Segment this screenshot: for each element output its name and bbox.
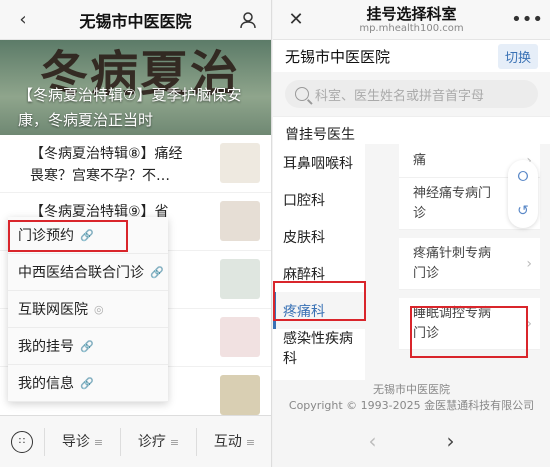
footer-copyright: Copyright © 1993-2025 金医慧通科技有限公司 bbox=[288, 399, 535, 412]
menu-item-label: 我的挂号 bbox=[18, 339, 74, 355]
dept-item[interactable]: 感染性疾病科 bbox=[273, 329, 365, 367]
hospital-bar: 无锡市中医医院 切换 bbox=[273, 40, 550, 72]
menu-item-label: 我的信息 bbox=[18, 376, 74, 392]
department-list: 耳鼻咽喉科 口腔科 皮肤科 麻醉科 疼痛科 感染性疾病科 bbox=[273, 144, 365, 380]
hospital-name: 无锡市中医医院 bbox=[285, 47, 391, 66]
service-popup-menu: 门诊预约 🔗 中西医结合联合门诊 🔗 互联网医院 ◎ 我的挂号 🔗 我的信息 🔗 bbox=[8, 217, 168, 402]
link-icon: 🔗 bbox=[150, 265, 164, 279]
promo-banner[interactable]: 冬病夏治 【冬病夏治特辑⑦】夏季护脑保安康，冬病夏治正当时 bbox=[0, 40, 271, 135]
browser-nav: ‹ › bbox=[273, 415, 550, 467]
more-icon[interactable]: ••• bbox=[511, 9, 543, 31]
footer-hospital: 无锡市中医医院 bbox=[373, 383, 450, 396]
banner-text: 【冬病夏治特辑⑦】夏季护脑保安康，冬病夏治正当时 bbox=[18, 86, 242, 129]
chevron-right-icon: › bbox=[526, 255, 532, 272]
link-icon: 🔗 bbox=[80, 376, 94, 390]
department-title: 挂号选择科室 bbox=[366, 4, 457, 23]
miniprogram-icon: ◎ bbox=[94, 302, 104, 316]
feed-item[interactable]: 【冬病夏治特辑⑧】痛经畏寒？宫寒不孕？不… bbox=[0, 135, 271, 193]
title-block: 挂号选择科室 mp.mhealth100.com bbox=[307, 5, 516, 35]
bottom-tabbar: ∷ 导诊 ≡ 诊疗 ≡ 互动 ≡ bbox=[0, 415, 271, 467]
keyboard-icon[interactable]: ∷ bbox=[0, 430, 44, 453]
feed-thumbnail bbox=[220, 375, 260, 415]
dept-item-pain[interactable]: 疼痛科 bbox=[273, 292, 365, 329]
feed-thumbnail bbox=[220, 317, 260, 357]
link-icon: 🔗 bbox=[80, 228, 94, 242]
nav-back-icon[interactable]: ‹ bbox=[369, 429, 377, 453]
department-topbar: ✕ 挂号选择科室 mp.mhealth100.com ••• bbox=[273, 0, 550, 40]
home-topbar: ‹ 无锡市中医医院 bbox=[0, 0, 271, 40]
search-input[interactable]: 科室、医生姓名或拼音首字母 bbox=[285, 80, 538, 108]
menu-item-appointment[interactable]: 门诊预约 🔗 bbox=[8, 217, 168, 254]
subdept-item-sleep[interactable]: 睡眠调控专病门诊 › bbox=[399, 298, 540, 350]
menu-item-my-info[interactable]: 我的信息 🔗 bbox=[8, 365, 168, 402]
tab-guide[interactable]: 导诊 ≡ bbox=[44, 427, 120, 456]
dept-item[interactable]: 皮肤科 bbox=[273, 218, 365, 255]
search-placeholder: 科室、医生姓名或拼音首字母 bbox=[315, 88, 485, 104]
feed-item-title: 【冬病夏治特辑⑧】痛经畏寒？宫寒不孕？不… bbox=[30, 146, 183, 184]
feed-thumbnail bbox=[220, 201, 260, 241]
menu-item-label: 互联网医院 bbox=[18, 302, 88, 318]
feed-thumbnail bbox=[220, 143, 260, 183]
menu-item-my-registrations[interactable]: 我的挂号 🔗 bbox=[8, 328, 168, 365]
page-domain: mp.mhealth100.com bbox=[359, 22, 464, 34]
feed-thumbnail bbox=[220, 259, 260, 299]
floating-toolbar: ⭘ ↺ bbox=[508, 160, 538, 228]
home-panel: ‹ 无锡市中医医院 冬病夏治 【冬病夏治特辑⑦】夏季护脑保安康，冬病夏治正当时 … bbox=[0, 0, 272, 467]
menu-item-label: 门诊预约 bbox=[18, 228, 74, 244]
apps-icon[interactable]: ⭘ bbox=[517, 169, 528, 185]
nav-forward-icon[interactable]: › bbox=[447, 429, 455, 453]
user-icon[interactable] bbox=[237, 9, 259, 31]
menu-item-label: 中西医结合联合门诊 bbox=[18, 265, 144, 281]
subdept-item[interactable]: 疼痛针刺专病门诊 › bbox=[399, 238, 540, 290]
department-panel: ✕ 挂号选择科室 mp.mhealth100.com ••• 无锡市中医医院 切… bbox=[273, 0, 550, 467]
dept-item[interactable]: 耳鼻咽喉科 bbox=[273, 144, 365, 181]
tab-treatment[interactable]: 诊疗 ≡ bbox=[120, 427, 196, 456]
home-title: 无锡市中医医院 bbox=[79, 11, 192, 31]
page-footer: 无锡市中医医院 Copyright © 1993-2025 金医慧通科技有限公司 bbox=[273, 382, 550, 414]
search-icon bbox=[295, 87, 309, 101]
dept-item[interactable]: 麻醉科 bbox=[273, 255, 365, 292]
chevron-right-icon: › bbox=[526, 315, 532, 332]
back-icon[interactable]: ‹ bbox=[12, 9, 34, 31]
menu-item-internet-hospital[interactable]: 互联网医院 ◎ bbox=[8, 291, 168, 328]
dept-item[interactable]: 口腔科 bbox=[273, 181, 365, 218]
menu-item-integrated-clinic[interactable]: 中西医结合联合门诊 🔗 bbox=[8, 254, 168, 291]
refresh-icon[interactable]: ↺ bbox=[517, 203, 529, 219]
tab-interaction[interactable]: 互动 ≡ bbox=[196, 427, 271, 456]
link-icon: 🔗 bbox=[80, 339, 94, 353]
switch-hospital-button[interactable]: 切换 bbox=[497, 43, 538, 69]
close-icon[interactable]: ✕ bbox=[285, 9, 307, 31]
